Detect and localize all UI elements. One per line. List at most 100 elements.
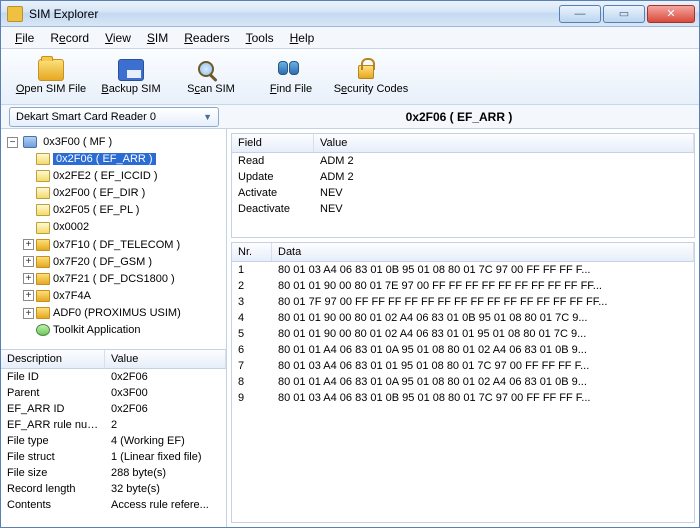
record-row[interactable]: 680 01 01 A4 06 83 01 0A 95 01 08 80 01 … [232,342,694,358]
desc-cell-key: EF_ARR ID [1,401,105,417]
fv-cell-field: Read [232,153,314,169]
tree-7f4a[interactable]: 0x7F4A [53,290,91,302]
menu-readers[interactable]: Readers [176,29,237,47]
record-row[interactable]: 880 01 01 A4 06 83 01 0A 95 01 08 80 01 … [232,374,694,390]
tree-df-telecom[interactable]: 0x7F10 ( DF_TELECOM ) [53,239,180,251]
tree-0002[interactable]: 0x0002 [53,222,89,234]
field-value-panel: Field Value ReadADM 2UpdateADM 2Activate… [231,133,695,238]
maximize-button[interactable]: ▭ [603,5,645,23]
open-sim-file-button[interactable]: Open SIM File [11,51,91,103]
tree-ef-iccid[interactable]: 0x2FE2 ( EF_ICCID ) [53,170,158,182]
main-area: − 0x3F00 ( MF ) 0x2F06 ( EF_ARR ) 0x2FE2… [1,129,699,527]
desc-row[interactable]: File type4 (Working EF) [1,433,226,449]
record-cell-data: 80 01 01 90 00 80 01 02 A4 06 83 01 01 9… [272,326,694,342]
app-icon [36,324,50,336]
desc-row[interactable]: EF_ARR ID0x2F06 [1,401,226,417]
col-header-data[interactable]: Data [272,243,694,261]
folder-icon [36,290,50,302]
col-header-field[interactable]: Field [232,134,314,152]
record-cell-nr: 4 [232,310,272,326]
desc-cell-key: File struct [1,449,105,465]
minimize-button[interactable]: — [559,5,601,23]
record-cell-data: 80 01 7F 97 00 FF FF FF FF FF FF FF FF F… [272,294,694,310]
desc-row[interactable]: Record length32 byte(s) [1,481,226,497]
menu-bar: File Record View SIM Readers Tools Help [1,27,699,49]
col-header-value[interactable]: Value [105,350,226,368]
record-row[interactable]: 580 01 01 90 00 80 01 02 A4 06 83 01 01 … [232,326,694,342]
desc-cell-key: File ID [1,369,105,385]
security-codes-button[interactable]: Security Codes [331,51,411,103]
right-column: Field Value ReadADM 2UpdateADM 2Activate… [227,129,699,527]
current-file-header: 0x2F06 ( EF_ARR ) [219,110,699,124]
tree-df-dcs1800[interactable]: 0x7F21 ( DF_DCS1800 ) [53,273,175,285]
desc-row[interactable]: File ID0x2F06 [1,369,226,385]
folder-icon [36,239,50,251]
record-row[interactable]: 780 01 03 A4 06 83 01 01 95 01 08 80 01 … [232,358,694,374]
desc-row[interactable]: EF_ARR rule number2 [1,417,226,433]
expander-icon[interactable]: + [23,290,34,301]
desc-row[interactable]: File size288 byte(s) [1,465,226,481]
record-cell-data: 80 01 01 90 00 80 01 7E 97 00 FF FF FF F… [272,278,694,294]
lock-icon [358,65,374,79]
menu-tools[interactable]: Tools [238,29,282,47]
record-row[interactable]: 980 01 03 A4 06 83 01 0B 95 01 08 80 01 … [232,390,694,406]
scan-sim-button[interactable]: Scan SIM [171,51,251,103]
desc-cell-key: File size [1,465,105,481]
record-cell-nr: 7 [232,358,272,374]
col-header-value[interactable]: Value [314,134,694,152]
desc-cell-value: 0x2F06 [105,401,226,417]
fv-cell-value: NEV [314,185,694,201]
desc-row[interactable]: File struct1 (Linear fixed file) [1,449,226,465]
expander-icon[interactable]: + [23,308,34,319]
fv-cell-field: Update [232,169,314,185]
desc-cell-value: 0x2F06 [105,369,226,385]
desc-cell-value: 288 byte(s) [105,465,226,481]
fv-row[interactable]: ReadADM 2 [232,153,694,169]
folder-icon [36,307,50,319]
record-cell-data: 80 01 01 A4 06 83 01 0A 95 01 08 80 01 0… [272,342,694,358]
menu-record[interactable]: Record [42,29,97,47]
expander-icon[interactable]: + [23,273,34,284]
record-row[interactable]: 280 01 01 90 00 80 01 7E 97 00 FF FF FF … [232,278,694,294]
close-button[interactable]: ✕ [647,5,695,23]
col-header-description[interactable]: Description [1,350,105,368]
find-file-button[interactable]: Find File [251,51,331,103]
menu-file[interactable]: File [7,29,42,47]
file-icon [36,170,50,182]
sim-card-icon [23,136,37,148]
tree-ef-pl[interactable]: 0x2F05 ( EF_PL ) [53,204,139,216]
tree-df-gsm[interactable]: 0x7F20 ( DF_GSM ) [53,256,152,268]
expander-icon[interactable]: + [23,256,34,267]
tree-ef-arr[interactable]: 0x2F06 ( EF_ARR ) [53,153,156,165]
expander-icon[interactable]: − [7,137,18,148]
backup-sim-button[interactable]: Backup SIM [91,51,171,103]
tree-adf0[interactable]: ADF0 (PROXIMUS USIM) [53,307,181,319]
tree-toolkit-app[interactable]: Toolkit Application [53,324,140,336]
magnifier-icon [198,61,214,77]
desc-cell-value: 32 byte(s) [105,481,226,497]
desc-cell-value: 4 (Working EF) [105,433,226,449]
fv-row[interactable]: DeactivateNEV [232,201,694,217]
record-row[interactable]: 480 01 01 90 00 80 01 02 A4 06 83 01 0B … [232,310,694,326]
record-row[interactable]: 380 01 7F 97 00 FF FF FF FF FF FF FF FF … [232,294,694,310]
folder-icon [36,273,50,285]
record-cell-nr: 3 [232,294,272,310]
fv-row[interactable]: UpdateADM 2 [232,169,694,185]
file-tree[interactable]: − 0x3F00 ( MF ) 0x2F06 ( EF_ARR ) 0x2FE2… [1,129,226,349]
menu-view[interactable]: View [97,29,139,47]
record-row[interactable]: 180 01 03 A4 06 83 01 0B 95 01 08 80 01 … [232,262,694,278]
menu-sim[interactable]: SIM [139,29,176,47]
reader-select[interactable]: Dekart Smart Card Reader 0 ▼ [9,107,219,127]
tree-ef-dir[interactable]: 0x2F00 ( EF_DIR ) [53,187,145,199]
menu-help[interactable]: Help [282,29,323,47]
fv-row[interactable]: ActivateNEV [232,185,694,201]
desc-row[interactable]: ContentsAccess rule refere... [1,497,226,513]
fv-cell-field: Activate [232,185,314,201]
desc-cell-value: 1 (Linear fixed file) [105,449,226,465]
expander-icon[interactable]: + [23,239,34,250]
desc-row[interactable]: Parent0x3F00 [1,385,226,401]
record-cell-data: 80 01 01 90 00 80 01 02 A4 06 83 01 0B 9… [272,310,694,326]
tree-root[interactable]: 0x3F00 ( MF ) [43,136,112,148]
col-header-nr[interactable]: Nr. [232,243,272,261]
fv-cell-value: NEV [314,201,694,217]
